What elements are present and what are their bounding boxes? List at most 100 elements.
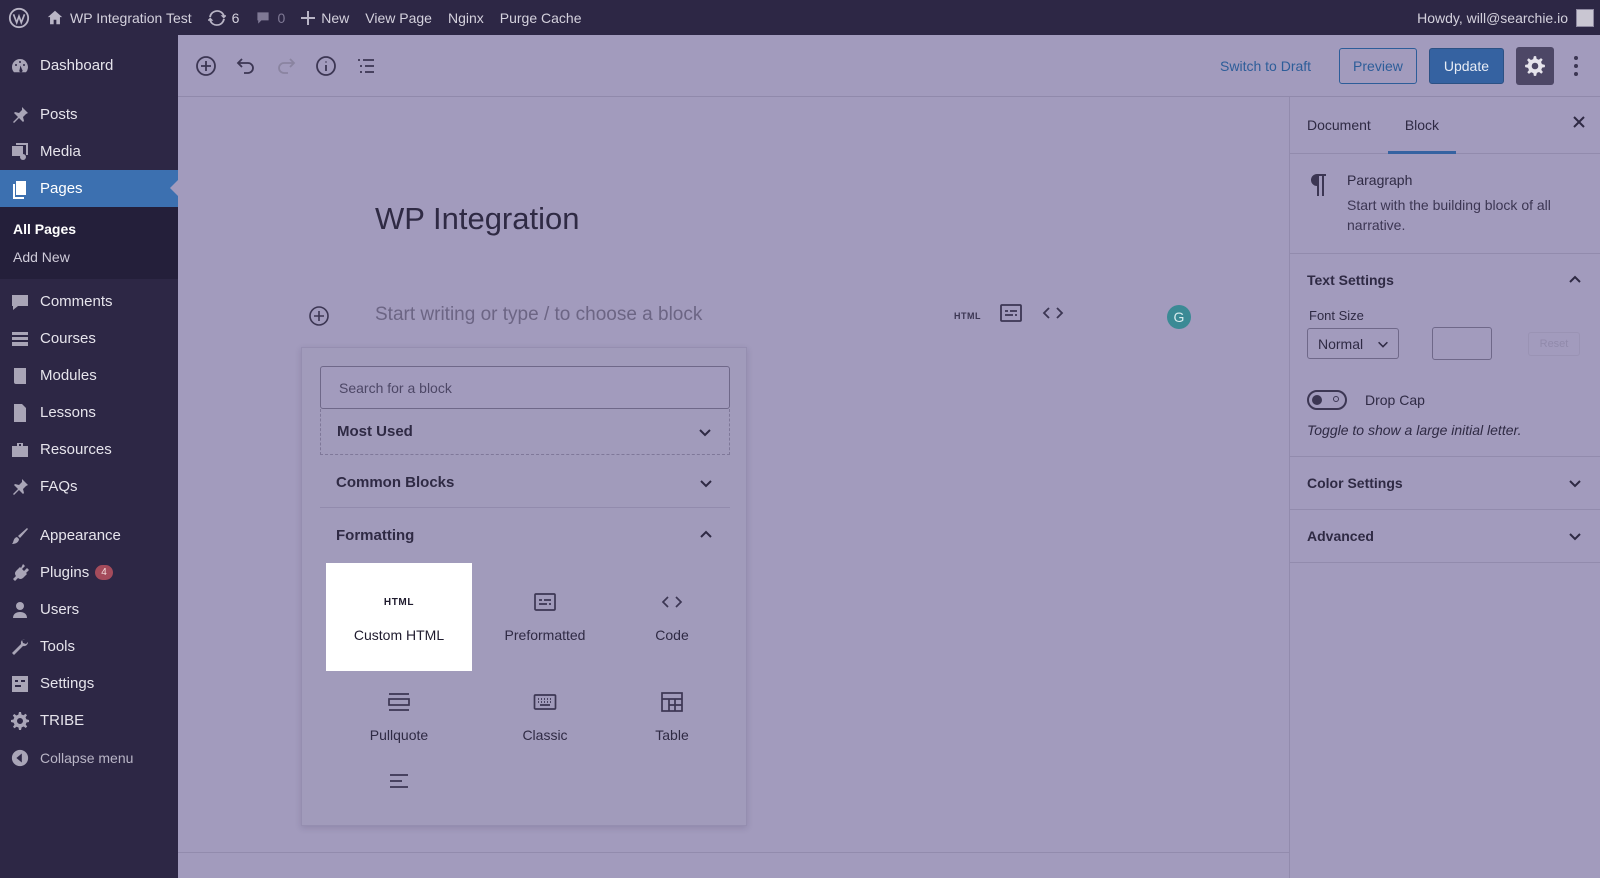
most-used-panel-toggle[interactable]: Most Used (320, 409, 730, 455)
collapse-menu-button[interactable]: Collapse menu (0, 739, 178, 776)
menu-item-pages[interactable]: Pages (0, 170, 178, 207)
plus-icon (301, 10, 316, 25)
howdy-text: Howdy, will@searchie.io (1417, 9, 1568, 26)
view-page-link[interactable]: View Page (357, 0, 440, 35)
block-table[interactable]: Table (599, 663, 745, 771)
menu-label: Collapse menu (40, 749, 134, 766)
block-preformatted[interactable]: Preformatted (472, 563, 618, 671)
menu-item-faqs[interactable]: FAQs (0, 468, 178, 505)
code-quick-button[interactable] (1041, 303, 1065, 328)
block-custom-html[interactable]: HTML Custom HTML (326, 563, 472, 671)
menu-label: Plugins (40, 564, 90, 581)
table-icon (661, 692, 683, 712)
block-title: Paragraph (1347, 172, 1413, 188)
sidebar-tabs: Document Block (1290, 97, 1600, 154)
preformatted-icon (1000, 304, 1022, 322)
menu-label: Tools (40, 638, 76, 655)
paragraph-placeholder[interactable]: Start writing or type / to choose a bloc… (375, 304, 702, 326)
post-title[interactable]: WP Integration (375, 201, 579, 237)
menu-item-tools[interactable]: Tools (0, 628, 178, 665)
formatting-panel-toggle[interactable]: Formatting (320, 510, 730, 560)
menu-item-dashboard[interactable]: Dashboard (0, 47, 178, 84)
menu-item-media[interactable]: Media (0, 133, 178, 170)
account-menu[interactable]: Howdy, will@searchie.io (1409, 0, 1600, 35)
tab-document[interactable]: Document (1290, 97, 1388, 154)
font-size-select[interactable]: Normal (1307, 328, 1399, 359)
menu-item-plugins[interactable]: Plugins 4 (0, 554, 178, 591)
html-quick-button[interactable]: HTML (954, 311, 981, 321)
comments-link[interactable]: 0 (247, 0, 293, 35)
text-settings-toggle[interactable]: Text Settings (1290, 254, 1600, 306)
color-settings-toggle[interactable]: Color Settings (1290, 457, 1600, 509)
menu-item-lessons[interactable]: Lessons (0, 394, 178, 431)
panel-title: Text Settings (1307, 272, 1394, 288)
purge-cache-label: Purge Cache (499, 9, 582, 26)
menu-item-posts[interactable]: Posts (0, 96, 178, 133)
menu-item-settings[interactable]: Settings (0, 665, 178, 702)
submenu-add-new[interactable]: Add New (0, 243, 178, 271)
user-icon (10, 600, 30, 620)
menu-item-users[interactable]: Users (0, 591, 178, 628)
pin-icon (10, 477, 30, 497)
menu-item-appearance[interactable]: Appearance (0, 517, 178, 554)
update-button[interactable]: Update (1428, 47, 1504, 84)
tab-block[interactable]: Block (1387, 97, 1457, 154)
more-menu-button[interactable] (1566, 55, 1586, 77)
new-label: New (321, 9, 350, 26)
block-card: Paragraph Start with the building block … (1290, 154, 1600, 254)
html-icon: HTML (383, 596, 415, 608)
inline-inserter-button[interactable] (308, 305, 330, 332)
panel-title: Color Settings (1307, 475, 1403, 491)
block-verse[interactable] (326, 753, 472, 813)
nginx-link[interactable]: Nginx (440, 0, 492, 35)
add-block-button[interactable] (186, 46, 226, 86)
switch-to-draft-button[interactable]: Switch to Draft (1204, 58, 1327, 74)
menu-label: Appearance (40, 527, 121, 544)
menu-label: Posts (40, 106, 78, 123)
submenu-all-pages[interactable]: All Pages (0, 215, 178, 243)
reset-font-size-button[interactable]: Reset (1528, 331, 1580, 356)
plus-circle-icon (309, 306, 329, 326)
menu-item-tribe[interactable]: TRIBE (0, 702, 178, 739)
settings-toggle-button[interactable] (1516, 46, 1554, 85)
pin-icon (10, 105, 30, 125)
preview-button[interactable]: Preview (1339, 47, 1417, 84)
block-search-input[interactable]: Search for a block (320, 366, 730, 409)
view-page-label: View Page (365, 9, 432, 26)
block-classic[interactable]: Classic (472, 663, 618, 771)
common-blocks-panel-toggle[interactable]: Common Blocks (320, 458, 730, 508)
more-vertical-icon (1574, 55, 1578, 76)
site-name-link[interactable]: WP Integration Test (38, 0, 200, 35)
close-sidebar-button[interactable] (1572, 115, 1586, 134)
block-description: Start with the building block of all nar… (1347, 197, 1551, 233)
menu-label: Settings (40, 675, 95, 692)
grammarly-icon[interactable]: G (1167, 305, 1191, 329)
wordpress-logo-button[interactable] (0, 0, 38, 35)
menu-item-modules[interactable]: Modules (0, 357, 178, 394)
block-code[interactable]: Code (599, 563, 745, 671)
block-label: Custom HTML (353, 627, 445, 643)
chevron-down-icon (1569, 480, 1581, 488)
updates-icon (207, 9, 226, 26)
updates-link[interactable]: 6 (200, 0, 248, 35)
panel-title: Formatting (336, 526, 415, 544)
redo-button[interactable] (266, 46, 306, 86)
purge-cache-link[interactable]: Purge Cache (492, 0, 590, 35)
preformatted-quick-button[interactable] (999, 303, 1023, 328)
dashboard-icon (10, 56, 30, 76)
menu-item-comments[interactable]: Comments (0, 283, 178, 320)
menu-item-resources[interactable]: Resources (0, 431, 178, 468)
undo-button[interactable] (226, 46, 266, 86)
custom-font-size-input[interactable] (1432, 327, 1492, 360)
drop-cap-toggle[interactable] (1307, 390, 1347, 410)
menu-label: Comments (40, 293, 113, 310)
block-navigation-button[interactable] (346, 46, 386, 86)
advanced-toggle[interactable]: Advanced (1290, 510, 1600, 562)
menu-label: Modules (40, 367, 97, 384)
menu-item-courses[interactable]: Courses (0, 320, 178, 357)
pullquote-icon (388, 693, 410, 711)
drop-cap-label: Drop Cap (1365, 392, 1425, 408)
admin-menu: Dashboard Posts Media Pages All Pages Ad… (0, 35, 178, 878)
content-info-button[interactable] (306, 46, 346, 86)
new-content-link[interactable]: New (293, 0, 357, 35)
